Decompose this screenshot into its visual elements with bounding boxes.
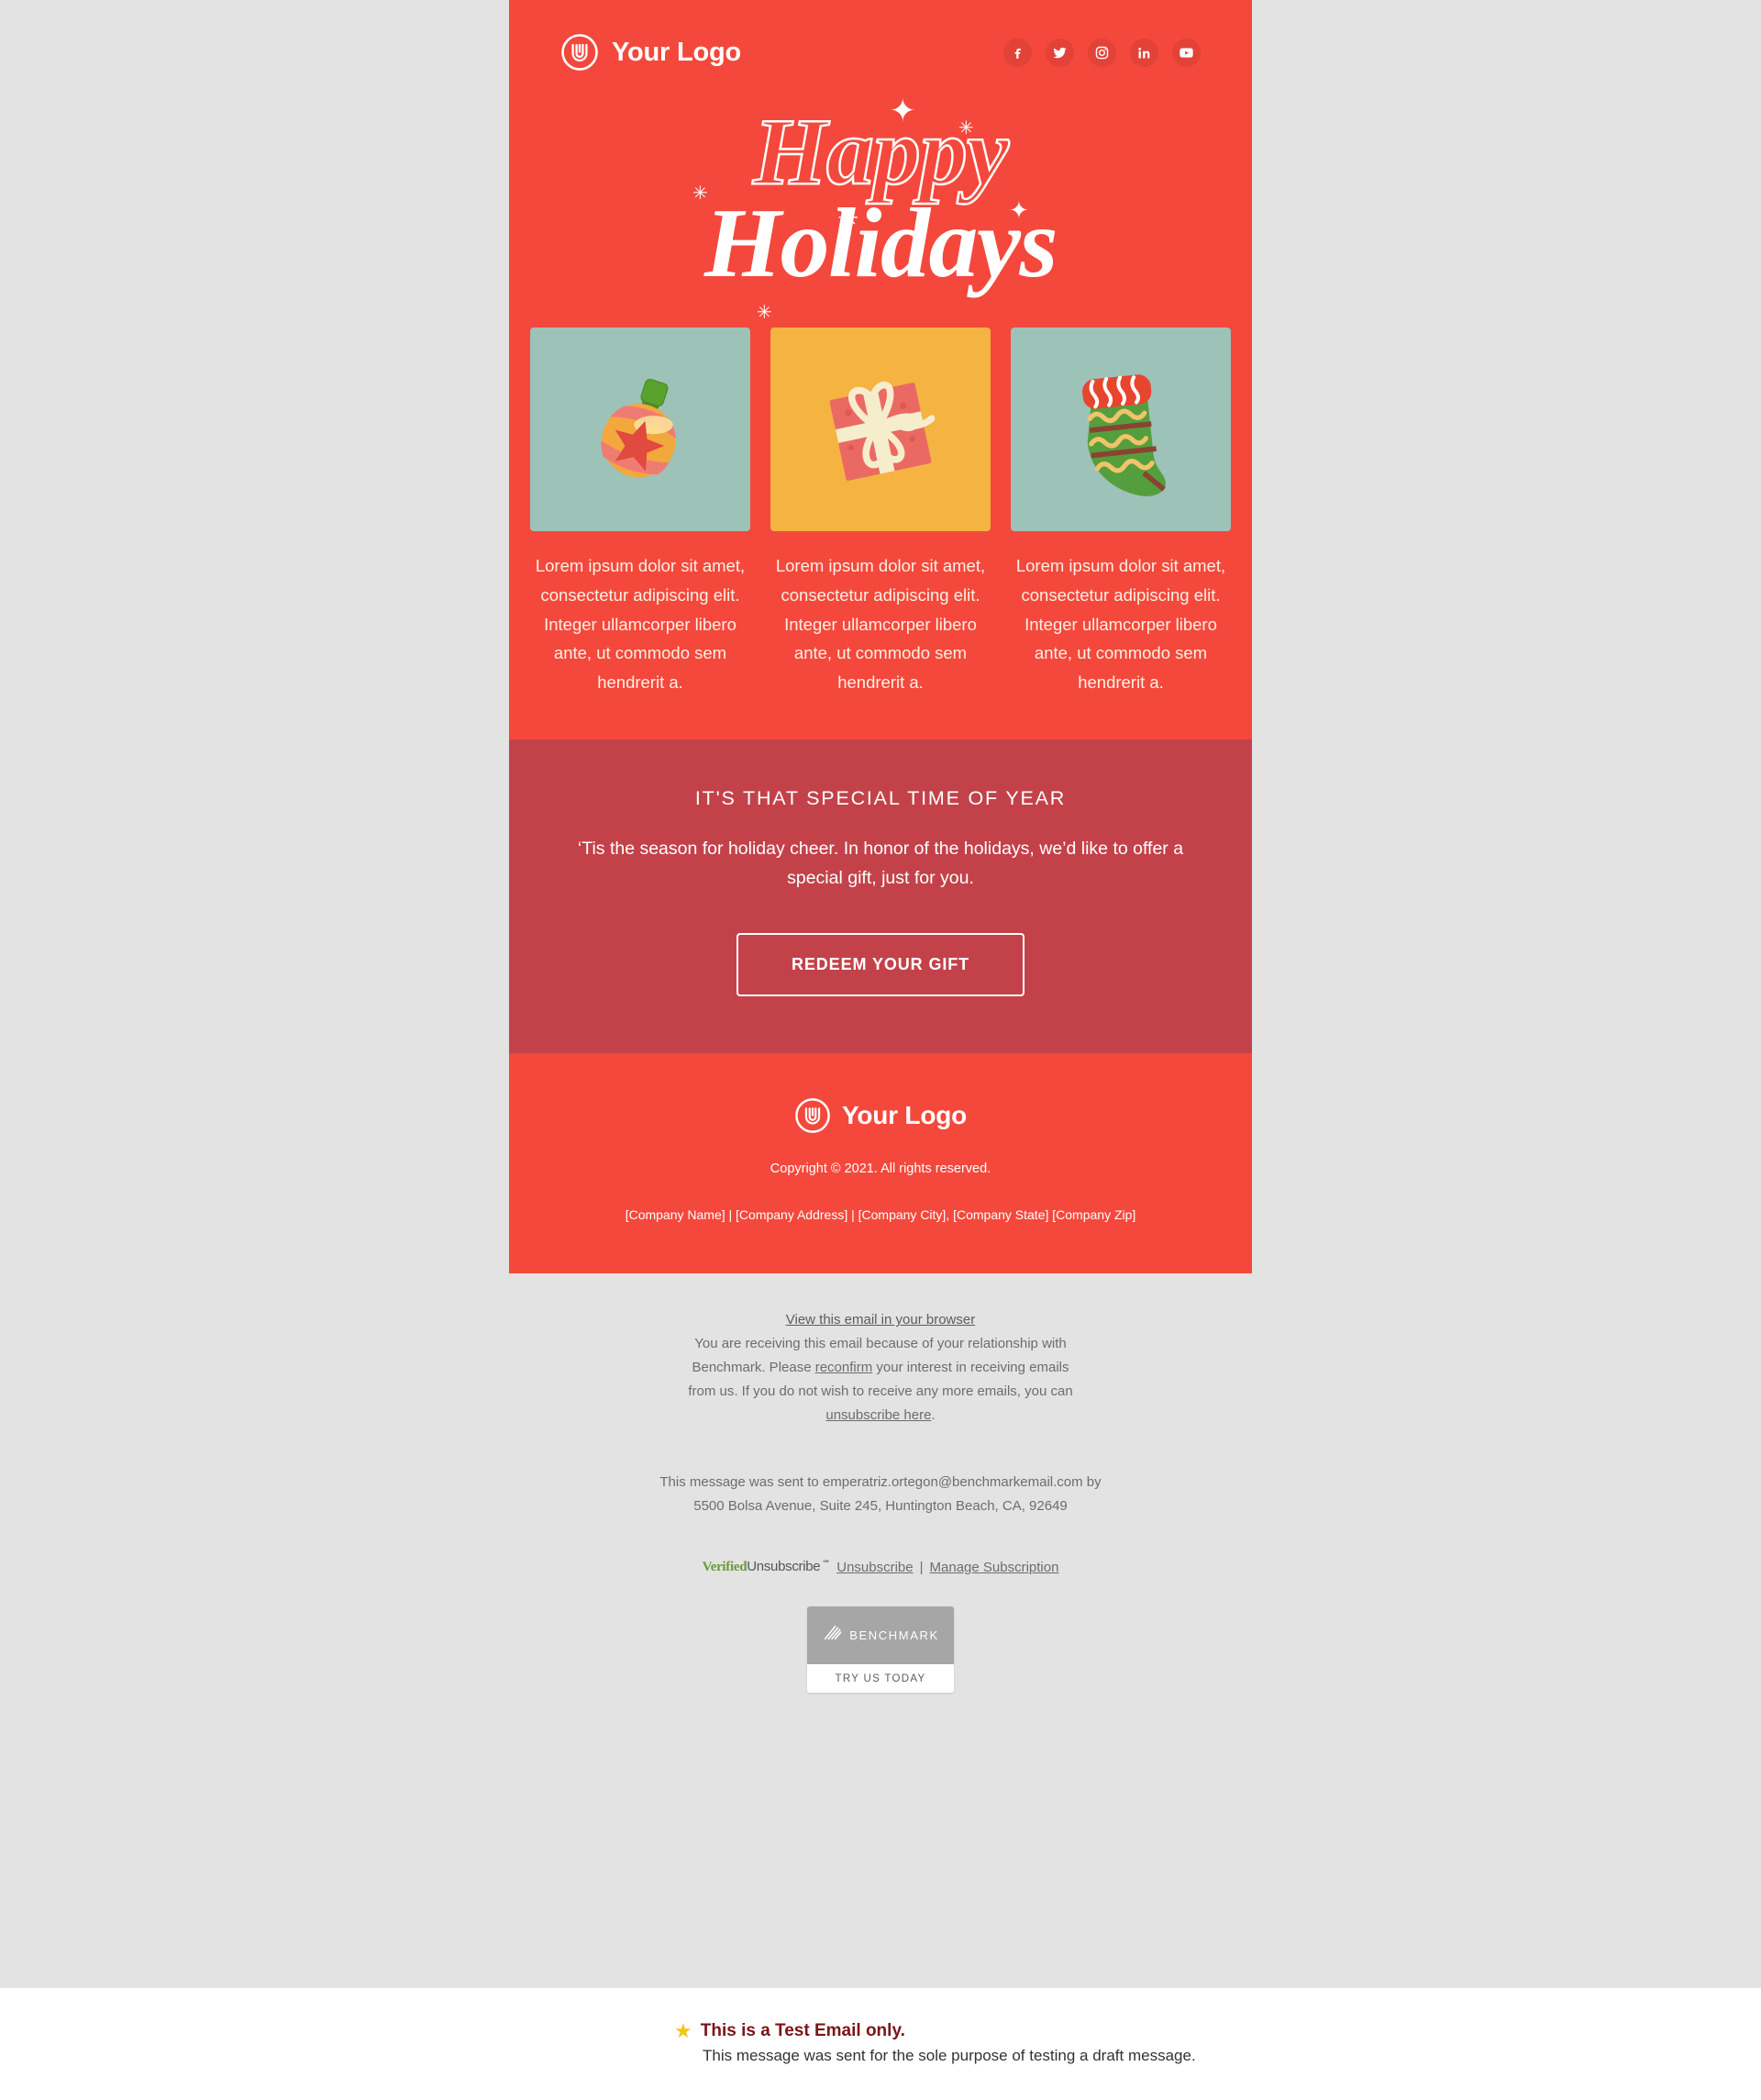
email-container: Your Logo ✦ ✳ ✳ ✦ ✳ ✳ Happy Holidays Lor… — [509, 0, 1252, 1694]
reconfirm-link[interactable]: reconfirm — [815, 1360, 873, 1375]
sent-to-line1: This message was sent to emperatriz.orte… — [659, 1474, 1102, 1491]
test-email-notice-inner: ★ This is a Test Email only. This messag… — [509, 2021, 1252, 2065]
sparkle-icon: ✦ — [890, 94, 916, 128]
card-item: Lorem ipsum dolor sit amet, consectetur … — [770, 328, 991, 697]
footer-logo-text: Your Logo — [841, 1101, 968, 1130]
manage-subscription-link[interactable]: Manage Subscription — [930, 1560, 1059, 1575]
unsubscribe-here-link[interactable]: unsubscribe here — [825, 1407, 931, 1423]
outer-footer: View this email in your browser You are … — [509, 1273, 1252, 1694]
youtube-icon[interactable] — [1172, 38, 1201, 67]
facebook-icon[interactable] — [1003, 38, 1032, 67]
link-separator: | — [919, 1559, 924, 1575]
instagram-icon[interactable] — [1088, 38, 1116, 67]
christmas-stocking-icon — [1082, 374, 1166, 496]
card-item: Lorem ipsum dolor sit amet, consectetur … — [1011, 328, 1231, 697]
benchmark-name: BENCHMARK — [849, 1628, 939, 1643]
hero-section: ✦ ✳ ✳ ✦ ✳ ✳ Happy Holidays — [509, 88, 1252, 328]
twitter-icon[interactable] — [1046, 38, 1074, 67]
card-image[interactable] — [530, 328, 750, 532]
view-in-browser-link[interactable]: View this email in your browser — [786, 1312, 975, 1328]
cta-subtitle: ‘Tis the season for holiday cheer. In ho… — [577, 839, 1184, 888]
receiving-disclaimer: You are receiving this email because of … — [509, 1332, 1252, 1427]
header-logo-text: Your Logo — [612, 37, 742, 67]
christmas-ornament-icon — [601, 378, 676, 478]
benchmark-badge-top: BENCHMARK — [807, 1606, 954, 1665]
gift-box-icon — [829, 381, 936, 481]
sent-to-block: This message was sent to emperatriz.orte… — [509, 1471, 1252, 1518]
view-in-browser-row: View this email in your browser — [509, 1312, 1252, 1328]
test-email-title: This is a Test Email only. — [700, 2021, 905, 2040]
sent-to-line2: 5500 Bolsa Avenue, Suite 245, Huntington… — [693, 1498, 1068, 1515]
test-email-body: This message was sent for the sole purpo… — [703, 2047, 1196, 2064]
redeem-gift-button[interactable]: REDEEM YOUR GIFT — [736, 933, 1025, 997]
benchmark-cta[interactable]: TRY US TODAY — [807, 1664, 954, 1694]
card-item: Lorem ipsum dolor sit amet, consectetur … — [530, 328, 750, 697]
arch-circle-logo-icon — [794, 1097, 831, 1134]
product-cards: Lorem ipsum dolor sit amet, consectetur … — [509, 328, 1252, 697]
linkedin-icon[interactable] — [1130, 38, 1158, 67]
test-email-heading-row: ★ This is a Test Email only. — [674, 2021, 1252, 2041]
sparkle-icon: ✳ — [837, 204, 859, 232]
sparkle-icon: ✳ — [757, 303, 772, 323]
verified-unsubscribe-badge: Verified Unsubscribe ℠ — [703, 1559, 831, 1575]
sparkle-icon: ✳ — [692, 183, 708, 204]
arch-circle-logo-icon — [560, 33, 599, 72]
footer-brand[interactable]: Your Logo — [546, 1097, 1215, 1134]
verified-word: Verified — [702, 1560, 748, 1575]
sparkle-icon: ✳ — [958, 118, 974, 139]
card-image[interactable] — [770, 328, 991, 532]
email-body: Your Logo ✦ ✳ ✳ ✦ ✳ ✳ Happy Holidays Lor… — [509, 0, 1252, 1274]
cta-title: IT'S THAT SPECIAL TIME OF YEAR — [694, 787, 1067, 810]
email-preview-page: Your Logo ✦ ✳ ✳ ✦ ✳ ✳ Happy Holidays Lor… — [0, 0, 1761, 2100]
card-description: Lorem ipsum dolor sit amet, consectetur … — [535, 556, 746, 693]
unsubscribe-link[interactable]: Unsubscribe — [836, 1560, 913, 1575]
hero-headline-line1: Happy — [752, 99, 1011, 205]
benchmark-badge[interactable]: BENCHMARK TRY US TODAY — [807, 1606, 954, 1694]
card-description: Lorem ipsum dolor sit amet, consectetur … — [1015, 556, 1226, 693]
cta-section: IT'S THAT SPECIAL TIME OF YEAR ‘Tis the … — [509, 739, 1252, 1054]
company-address-text: [Company Name] | [Company Address] | [Co… — [625, 1207, 1136, 1223]
header-brand[interactable]: Your Logo — [560, 33, 741, 72]
hero-headline-line2: Holidays — [704, 188, 1058, 298]
benchmark-swoosh-icon — [822, 1623, 842, 1648]
receiving-text-part3: . — [931, 1406, 936, 1423]
card-description: Lorem ipsum dolor sit amet, consectetur … — [775, 556, 986, 693]
social-links — [1003, 38, 1201, 67]
unsubscribe-row: Verified Unsubscribe ℠ Unsubscribe | Manag… — [509, 1559, 1252, 1575]
sparkle-icon: ✦ — [1009, 196, 1029, 224]
cards-bottom-spacer — [509, 697, 1252, 739]
email-header: Your Logo — [509, 0, 1252, 88]
test-email-notice: ★ This is a Test Email only. This messag… — [0, 1988, 1761, 2100]
unsubscribe-word: Unsubscribe — [747, 1559, 821, 1575]
email-footer: Your Logo Copyright © 2021. All rights r… — [509, 1053, 1252, 1274]
copyright-text: Copyright © 2021. All rights reserved. — [770, 1161, 991, 1177]
star-icon: ★ — [674, 2019, 692, 2042]
service-mark-icon: ℠ — [822, 1559, 831, 1569]
card-image[interactable] — [1011, 328, 1231, 532]
